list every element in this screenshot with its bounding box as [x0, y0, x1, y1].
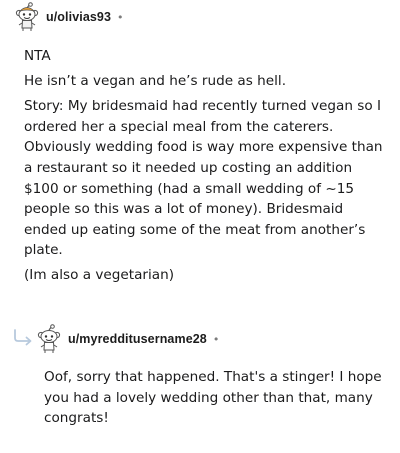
comment-body: NTA He isn’t a vegan and he’s rude as he… [24, 46, 384, 291]
comment-paragraph: Oof, sorry that happened. That's a sting… [44, 369, 382, 427]
comment-paragraph: Story: My bridesmaid had recently turned… [24, 98, 383, 259]
comment-username[interactable]: u/myredditusername28 [68, 332, 207, 346]
user-avatar[interactable] [14, 2, 40, 32]
meta-separator: • [117, 10, 124, 24]
comment-body: Oof, sorry that happened. That's a sting… [44, 367, 384, 433]
comment-paragraph: NTA [24, 48, 51, 64]
comment-header: u/olivias93 • [14, 2, 124, 32]
snoo-avatar-icon [37, 324, 61, 353]
snoo-avatar-icon [15, 2, 39, 31]
user-avatar[interactable] [36, 324, 62, 354]
comment-username[interactable]: u/olivias93 [46, 10, 111, 24]
reply-arrow-icon [14, 329, 32, 346]
comment-header: u/myredditusername28 • [36, 324, 219, 354]
comment-paragraph: (Im also a vegetarian) [24, 267, 175, 284]
meta-separator: • [212, 332, 220, 346]
comment-paragraph: He isn’t a vegan and he’s rude as hell. [24, 73, 287, 90]
